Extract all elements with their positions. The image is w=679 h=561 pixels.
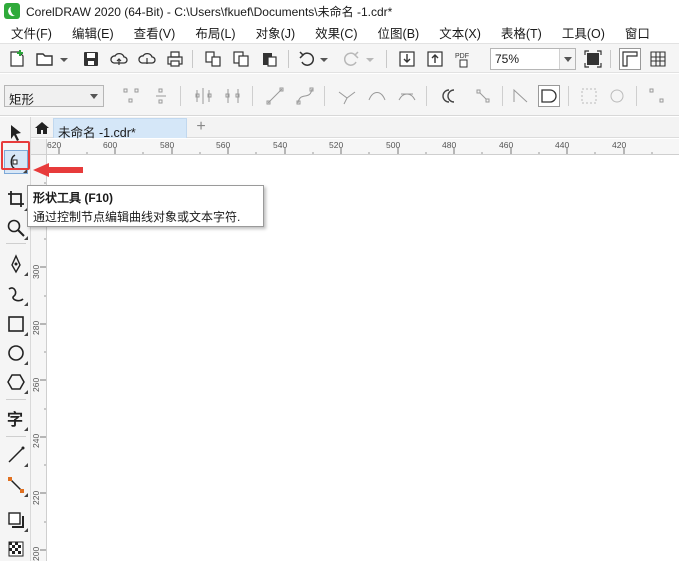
toolbox-separator — [6, 436, 26, 437]
save-icon[interactable] — [80, 48, 102, 70]
toolbar-separator — [192, 50, 193, 68]
menu-window[interactable]: 窗口 — [625, 23, 650, 42]
window-title: CorelDRAW 2020 (64-Bit) - C:\Users\fkuef… — [26, 4, 393, 19]
menu-file[interactable]: 文件(F) — [11, 23, 52, 42]
break-curve-icon[interactable] — [222, 85, 244, 107]
import-icon[interactable] — [396, 48, 418, 70]
extend-curve-icon[interactable] — [472, 85, 494, 107]
stretch-nodes-icon[interactable] — [578, 85, 600, 107]
home-icon[interactable] — [34, 120, 50, 136]
title-bar: CorelDRAW 2020 (64-Bit) - C:\Users\fkuef… — [0, 0, 679, 22]
tooltip-description: 通过控制节点编辑曲线对象或文本字符. — [33, 210, 241, 224]
undo-dropdown-icon[interactable] — [320, 56, 328, 64]
menu-tools[interactable]: 工具(O) — [562, 23, 605, 42]
open-dropdown-icon[interactable] — [60, 56, 68, 64]
zoom-dropdown-icon[interactable] — [559, 49, 575, 69]
fullscreen-icon[interactable] — [582, 48, 604, 70]
close-curve-icon[interactable] — [510, 85, 532, 107]
paste-icon[interactable] — [258, 48, 280, 70]
propbar-separator — [252, 86, 253, 106]
menu-layout[interactable]: 布局(L) — [195, 23, 235, 42]
grid-icon[interactable] — [647, 48, 669, 70]
polygon-icon[interactable] — [4, 370, 28, 394]
rotate-nodes-icon[interactable] — [606, 85, 628, 107]
propbar-separator — [502, 86, 503, 106]
toolbox: 字 — [0, 117, 31, 561]
propbar-separator — [636, 86, 637, 106]
freehand-icon[interactable] — [4, 252, 28, 276]
text-icon[interactable]: 字 — [4, 407, 28, 431]
toolbar-separator — [386, 50, 387, 68]
document-tab[interactable]: 未命名 -1.cdr* — [53, 118, 187, 140]
cusp-node-icon[interactable] — [336, 85, 358, 107]
export-icon[interactable] — [424, 48, 446, 70]
shadow-icon[interactable] — [4, 508, 28, 532]
app-logo-icon — [4, 3, 20, 19]
connector-icon[interactable] — [4, 473, 28, 497]
redo-icon[interactable] — [340, 48, 362, 70]
toolbar-separator — [610, 50, 611, 68]
propbar-separator — [426, 86, 427, 106]
publish-pdf-icon[interactable]: PDF — [453, 48, 475, 70]
extract-subpath-icon[interactable] — [538, 85, 560, 107]
propbar-separator — [324, 86, 325, 106]
menu-effects[interactable]: 效果(C) — [315, 23, 357, 42]
horizontal-ruler-ticks — [58, 148, 653, 154]
redo-dropdown-icon[interactable] — [366, 56, 374, 64]
join-nodes-icon[interactable] — [192, 85, 214, 107]
transparency-icon[interactable] — [4, 537, 28, 561]
property-bar: 矩形 — [0, 74, 679, 116]
zoom-level-select[interactable]: 75% — [490, 48, 576, 70]
ellipse-icon[interactable] — [4, 341, 28, 365]
open-icon[interactable] — [34, 48, 56, 70]
annotation-arrow-icon — [33, 163, 83, 177]
smooth-node-icon[interactable] — [366, 85, 388, 107]
cloud-icon[interactable] — [136, 48, 158, 70]
new-doc-icon[interactable] — [6, 48, 28, 70]
cloud-upload-icon[interactable] — [108, 48, 130, 70]
rectangle-icon[interactable] — [4, 312, 28, 336]
line-icon[interactable] — [4, 443, 28, 467]
horizontal-ruler[interactable]: 620 600 580 560 540 520 500 480 460 440 … — [31, 139, 679, 155]
reverse-direction-icon[interactable] — [436, 85, 458, 107]
toolbox-separator — [6, 243, 26, 244]
menu-view[interactable]: 查看(V) — [134, 23, 176, 42]
add-node-icon[interactable] — [120, 85, 142, 107]
standard-toolbar: PDF 75% — [0, 43, 679, 73]
copy-icon[interactable] — [230, 48, 252, 70]
ruler-origin[interactable] — [31, 139, 47, 155]
zoom-level-value: 75% — [495, 52, 520, 66]
svg-text:PDF: PDF — [455, 53, 469, 60]
crop-icon[interactable] — [4, 187, 28, 211]
shape-tool-tooltip: 形状工具 (F10) 通过控制节点编辑曲线对象或文本字符. — [27, 185, 264, 227]
print-icon[interactable] — [164, 48, 186, 70]
delete-node-icon[interactable] — [150, 85, 172, 107]
svg-text:字: 字 — [7, 410, 23, 429]
zoom-icon[interactable] — [4, 216, 28, 240]
align-nodes-icon[interactable] — [646, 85, 668, 107]
copy-properties-icon[interactable] — [202, 48, 224, 70]
to-line-icon[interactable] — [264, 85, 286, 107]
shape-tool-highlight — [1, 141, 30, 170]
propbar-separator — [180, 86, 181, 106]
toolbar-separator — [288, 50, 289, 68]
propbar-separator — [568, 86, 569, 106]
add-tab-icon[interactable]: + — [193, 119, 209, 135]
symmetric-node-icon[interactable] — [396, 85, 418, 107]
to-curve-icon[interactable] — [294, 85, 316, 107]
menu-bitmaps[interactable]: 位图(B) — [378, 23, 420, 42]
ruler-icon[interactable] — [619, 48, 641, 70]
menu-object[interactable]: 对象(J) — [256, 23, 296, 42]
toolbox-separator — [6, 399, 26, 400]
menu-table[interactable]: 表格(T) — [501, 23, 542, 42]
menu-text[interactable]: 文本(X) — [439, 23, 481, 42]
menu-edit[interactable]: 编辑(E) — [72, 23, 114, 42]
document-tab-bar: 未命名 -1.cdr* + — [31, 117, 679, 140]
curve-icon[interactable] — [4, 282, 28, 306]
menu-bar: 文件(F) 编辑(E) 查看(V) 布局(L) 对象(J) 效果(C) 位图(B… — [0, 22, 679, 42]
undo-icon[interactable] — [296, 48, 318, 70]
shape-type-value: 矩形 — [9, 93, 35, 107]
tooltip-title: 形状工具 (F10) — [33, 191, 114, 205]
shape-type-select[interactable]: 矩形 — [4, 85, 104, 107]
